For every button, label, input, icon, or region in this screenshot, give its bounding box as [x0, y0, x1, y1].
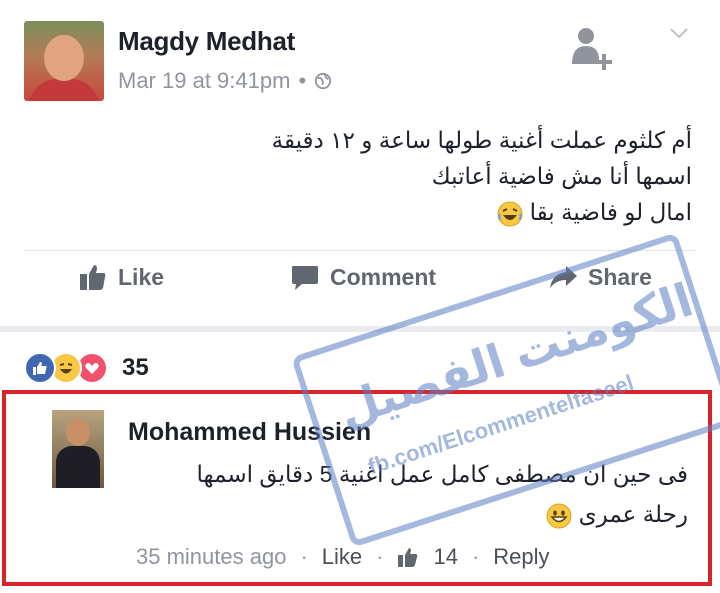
laughing-emoji-icon — [497, 201, 523, 227]
like-button[interactable]: Like — [78, 262, 164, 292]
comment-text-line: رحلة عمرى — [578, 501, 688, 527]
thumbs-up-icon — [398, 548, 418, 567]
comment-like-link[interactable]: Like — [322, 544, 362, 570]
meta-dot: · — [471, 544, 480, 569]
comment-label: Comment — [330, 263, 437, 290]
post-card: Magdy Medhat Mar 19 at 9:41pm • أم كلثوم… — [0, 0, 720, 330]
comment-icon — [292, 266, 318, 290]
post-meta: Mar 19 at 9:41pm • — [118, 68, 332, 94]
post-text-line: اسمها أنا مش فاضية أعاتبك — [431, 163, 692, 189]
comment-meta: 35 minutes ago · Like · 14 · Reply — [136, 544, 550, 570]
commenter-avatar[interactable] — [52, 410, 104, 488]
avatar-suit — [56, 446, 100, 488]
author-avatar[interactable] — [24, 21, 104, 101]
meta-separator: • — [298, 68, 307, 93]
comment-author[interactable]: Mohammed Hussien — [128, 418, 371, 447]
share-arrow-icon — [550, 266, 577, 288]
post-text-line: امال لو فاضية بقا — [529, 199, 692, 225]
comment-text-line: فى حين ان مصطفى كامل عمل اغنية 5 دقايق ا… — [196, 461, 688, 487]
grinning-emoji-icon — [546, 503, 572, 529]
like-label: Like — [118, 263, 165, 290]
section-separator — [0, 326, 720, 332]
thumbs-up-icon — [80, 265, 106, 290]
like-reaction-icon — [24, 352, 56, 384]
meta-dot: · — [300, 544, 308, 569]
post-text-line-last: امال لو فاضية بقا — [132, 194, 692, 230]
post-actions: Like Comment Share — [0, 262, 720, 312]
comment-text: فى حين ان مصطفى كامل عمل اغنية 5 دقايق ا… — [128, 454, 688, 534]
add-friend-icon[interactable] — [568, 24, 616, 72]
post-timestamp[interactable]: Mar 19 at 9:41pm — [118, 68, 290, 94]
meta-dot: · — [376, 544, 384, 569]
divider — [24, 250, 696, 251]
reactions-summary[interactable]: 35 — [24, 352, 149, 384]
post-author[interactable]: Magdy Medhat — [118, 26, 295, 57]
reaction-count: 35 — [122, 354, 149, 381]
post-text-line: أم كلثوم عملت أغنية طولها ساعة و ١٢ دقيق… — [271, 127, 692, 153]
avatar-shirt — [28, 79, 100, 101]
comment-time[interactable]: 35 minutes ago — [136, 544, 286, 570]
avatar-head — [66, 418, 90, 446]
globe-icon — [315, 72, 332, 90]
share-button[interactable]: Share — [548, 262, 652, 292]
comment-likes-count[interactable]: 14 — [433, 544, 457, 570]
share-label: Share — [588, 263, 652, 290]
reply-link[interactable]: Reply — [493, 544, 549, 570]
post-text: أم كلثوم عملت أغنية طولها ساعة و ١٢ دقيق… — [132, 122, 692, 230]
comment-button[interactable]: Comment — [290, 262, 436, 292]
avatar-face — [44, 35, 84, 81]
chevron-down-icon[interactable] — [668, 22, 690, 44]
comment-text-line-last: رحلة عمرى — [128, 494, 688, 534]
